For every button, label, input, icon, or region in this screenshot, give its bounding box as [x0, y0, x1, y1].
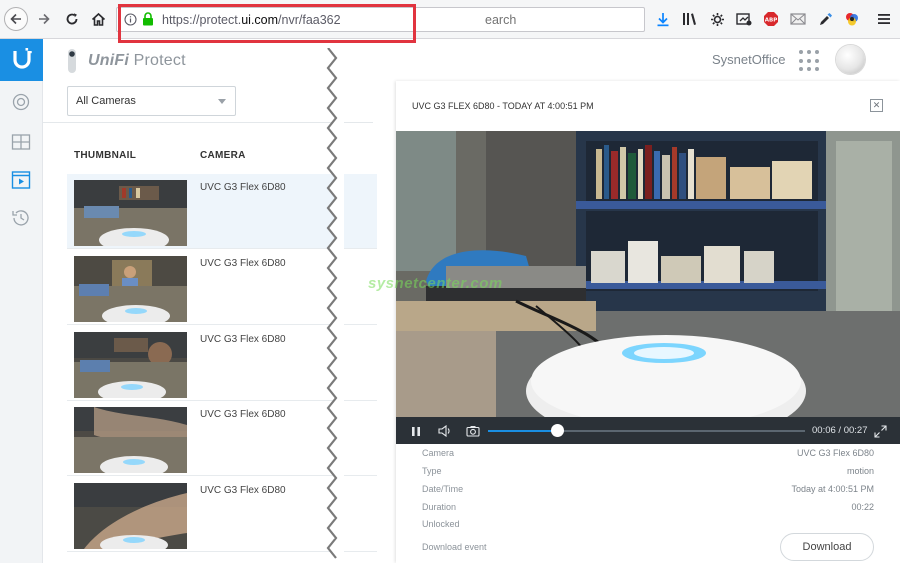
- row-camera-name: UVC G3 Flex 6D80: [200, 334, 286, 345]
- player-controls: 00:06 / 00:27: [396, 417, 900, 444]
- library-icon[interactable]: [681, 10, 699, 28]
- back-button[interactable]: [4, 7, 28, 31]
- site-name[interactable]: SysnetOffice: [712, 52, 785, 67]
- thumbnail-image[interactable]: [74, 332, 187, 398]
- svg-text:ABP: ABP: [765, 18, 777, 24]
- video-frame-image: [396, 131, 900, 417]
- hamburger-menu-icon[interactable]: [875, 10, 893, 28]
- detail-label: Duration: [422, 502, 457, 512]
- time-display: 00:06 / 00:27: [812, 425, 868, 436]
- reload-button[interactable]: [61, 8, 83, 30]
- expand-icon: [873, 424, 887, 438]
- close-button[interactable]: ✕: [870, 99, 883, 112]
- extension-gear-icon[interactable]: [708, 10, 726, 28]
- reload-icon: [66, 13, 78, 25]
- left-nav: [0, 39, 43, 563]
- arrow-left-icon: [10, 13, 21, 25]
- nav-recordings-icon[interactable]: [10, 169, 32, 191]
- detail-value: 00:22: [851, 502, 874, 512]
- download-button[interactable]: Download: [780, 533, 874, 561]
- browser-toolbar: https://protect.ui.com/nvr/faa362 earch …: [0, 0, 900, 43]
- video-player[interactable]: [396, 131, 900, 417]
- thumbnail-image[interactable]: [74, 407, 187, 473]
- download-arrow-icon[interactable]: [654, 10, 672, 28]
- avatar[interactable]: [836, 45, 865, 74]
- info-icon[interactable]: [124, 13, 137, 31]
- pause-button[interactable]: [408, 423, 424, 439]
- camera-filter-value: All Cameras: [76, 95, 136, 107]
- panel-title: UVC G3 FLEX 6D80 - TODAY AT 4:00:51 PM: [412, 101, 594, 111]
- forward-button[interactable]: [33, 8, 55, 30]
- watermark-text: sysnetcenter.com: [368, 275, 503, 292]
- detail-value: Today at 4:00:51 PM: [791, 484, 874, 494]
- row-camera-name: UVC G3 Flex 6D80: [200, 485, 286, 496]
- download-event-label: Download event: [422, 542, 487, 552]
- close-icon: ✕: [872, 100, 881, 110]
- nav-history-icon[interactable]: [10, 207, 32, 229]
- thumbnail-image[interactable]: [74, 180, 187, 246]
- detail-row-datetime: Date/Time Today at 4:00:51 PM: [422, 484, 874, 498]
- torn-edge-divider: [326, 48, 344, 563]
- ubiquiti-logo-button[interactable]: [0, 39, 43, 81]
- detail-row-unlocked: Unlocked: [422, 519, 874, 533]
- row-camera-name: UVC G3 Flex 6D80: [200, 182, 286, 193]
- eyedropper-icon[interactable]: [816, 10, 834, 28]
- home-button[interactable]: [87, 8, 109, 30]
- detail-label: Camera: [422, 448, 455, 458]
- detail-value: UVC G3 Flex 6D80: [796, 448, 874, 458]
- brand-name: UniFi Protect: [88, 52, 186, 69]
- camera-snapshot-icon: [466, 426, 480, 437]
- row-camera-name: UVC G3 Flex 6D80: [200, 258, 286, 269]
- home-icon: [91, 12, 105, 26]
- event-detail-panel: UVC G3 FLEX 6D80 - TODAY AT 4:00:51 PM ✕: [396, 81, 900, 563]
- pause-icon: [412, 426, 420, 436]
- progress-fill: [488, 430, 559, 432]
- nav-cameras-icon[interactable]: [10, 91, 32, 113]
- detail-value: motion: [846, 466, 874, 476]
- fullscreen-button[interactable]: [872, 423, 888, 439]
- progress-handle[interactable]: [551, 424, 565, 437]
- snapshot-button[interactable]: [465, 423, 481, 439]
- lock-icon[interactable]: [142, 12, 154, 31]
- detail-label: Unlocked: [422, 519, 460, 529]
- chevron-down-icon: [218, 99, 226, 104]
- url-text: https://protect.ui.com/nvr/faa362: [162, 13, 341, 27]
- speaker-icon: [438, 425, 450, 437]
- thumbnail-image[interactable]: [74, 483, 187, 549]
- detail-row-camera: Camera UVC G3 Flex 6D80: [422, 448, 874, 462]
- column-header-camera[interactable]: CAMERA: [200, 150, 246, 161]
- detail-row-duration: Duration 00:22: [422, 502, 874, 516]
- mail-icon[interactable]: [789, 10, 807, 28]
- apps-grid-icon[interactable]: [799, 50, 821, 72]
- row-camera-name: UVC G3 Flex 6D80: [200, 409, 286, 420]
- camera-filter-select[interactable]: All Cameras: [67, 86, 236, 116]
- address-bar[interactable]: https://protect.ui.com/nvr/faa362 earch: [116, 7, 645, 32]
- camera-device-icon: [68, 49, 76, 73]
- adblock-icon[interactable]: ABP: [762, 10, 780, 28]
- thumbnail-image[interactable]: [74, 256, 187, 322]
- brand: UniFi Protect: [66, 49, 186, 73]
- ubiquiti-u-icon: [12, 48, 32, 69]
- detail-row-type: Type motion: [422, 466, 874, 480]
- detail-label: Date/Time: [422, 484, 464, 494]
- screenshot-icon[interactable]: [735, 10, 753, 28]
- volume-button[interactable]: [437, 423, 453, 439]
- detail-label: Type: [422, 466, 442, 476]
- search-field-text[interactable]: earch: [485, 13, 516, 27]
- column-header-thumbnail[interactable]: THUMBNAIL: [74, 150, 136, 161]
- color-picker-icon[interactable]: [843, 10, 861, 28]
- arrow-right-icon: [39, 13, 50, 25]
- progress-track[interactable]: [488, 424, 805, 437]
- nav-liveview-icon[interactable]: [10, 131, 32, 153]
